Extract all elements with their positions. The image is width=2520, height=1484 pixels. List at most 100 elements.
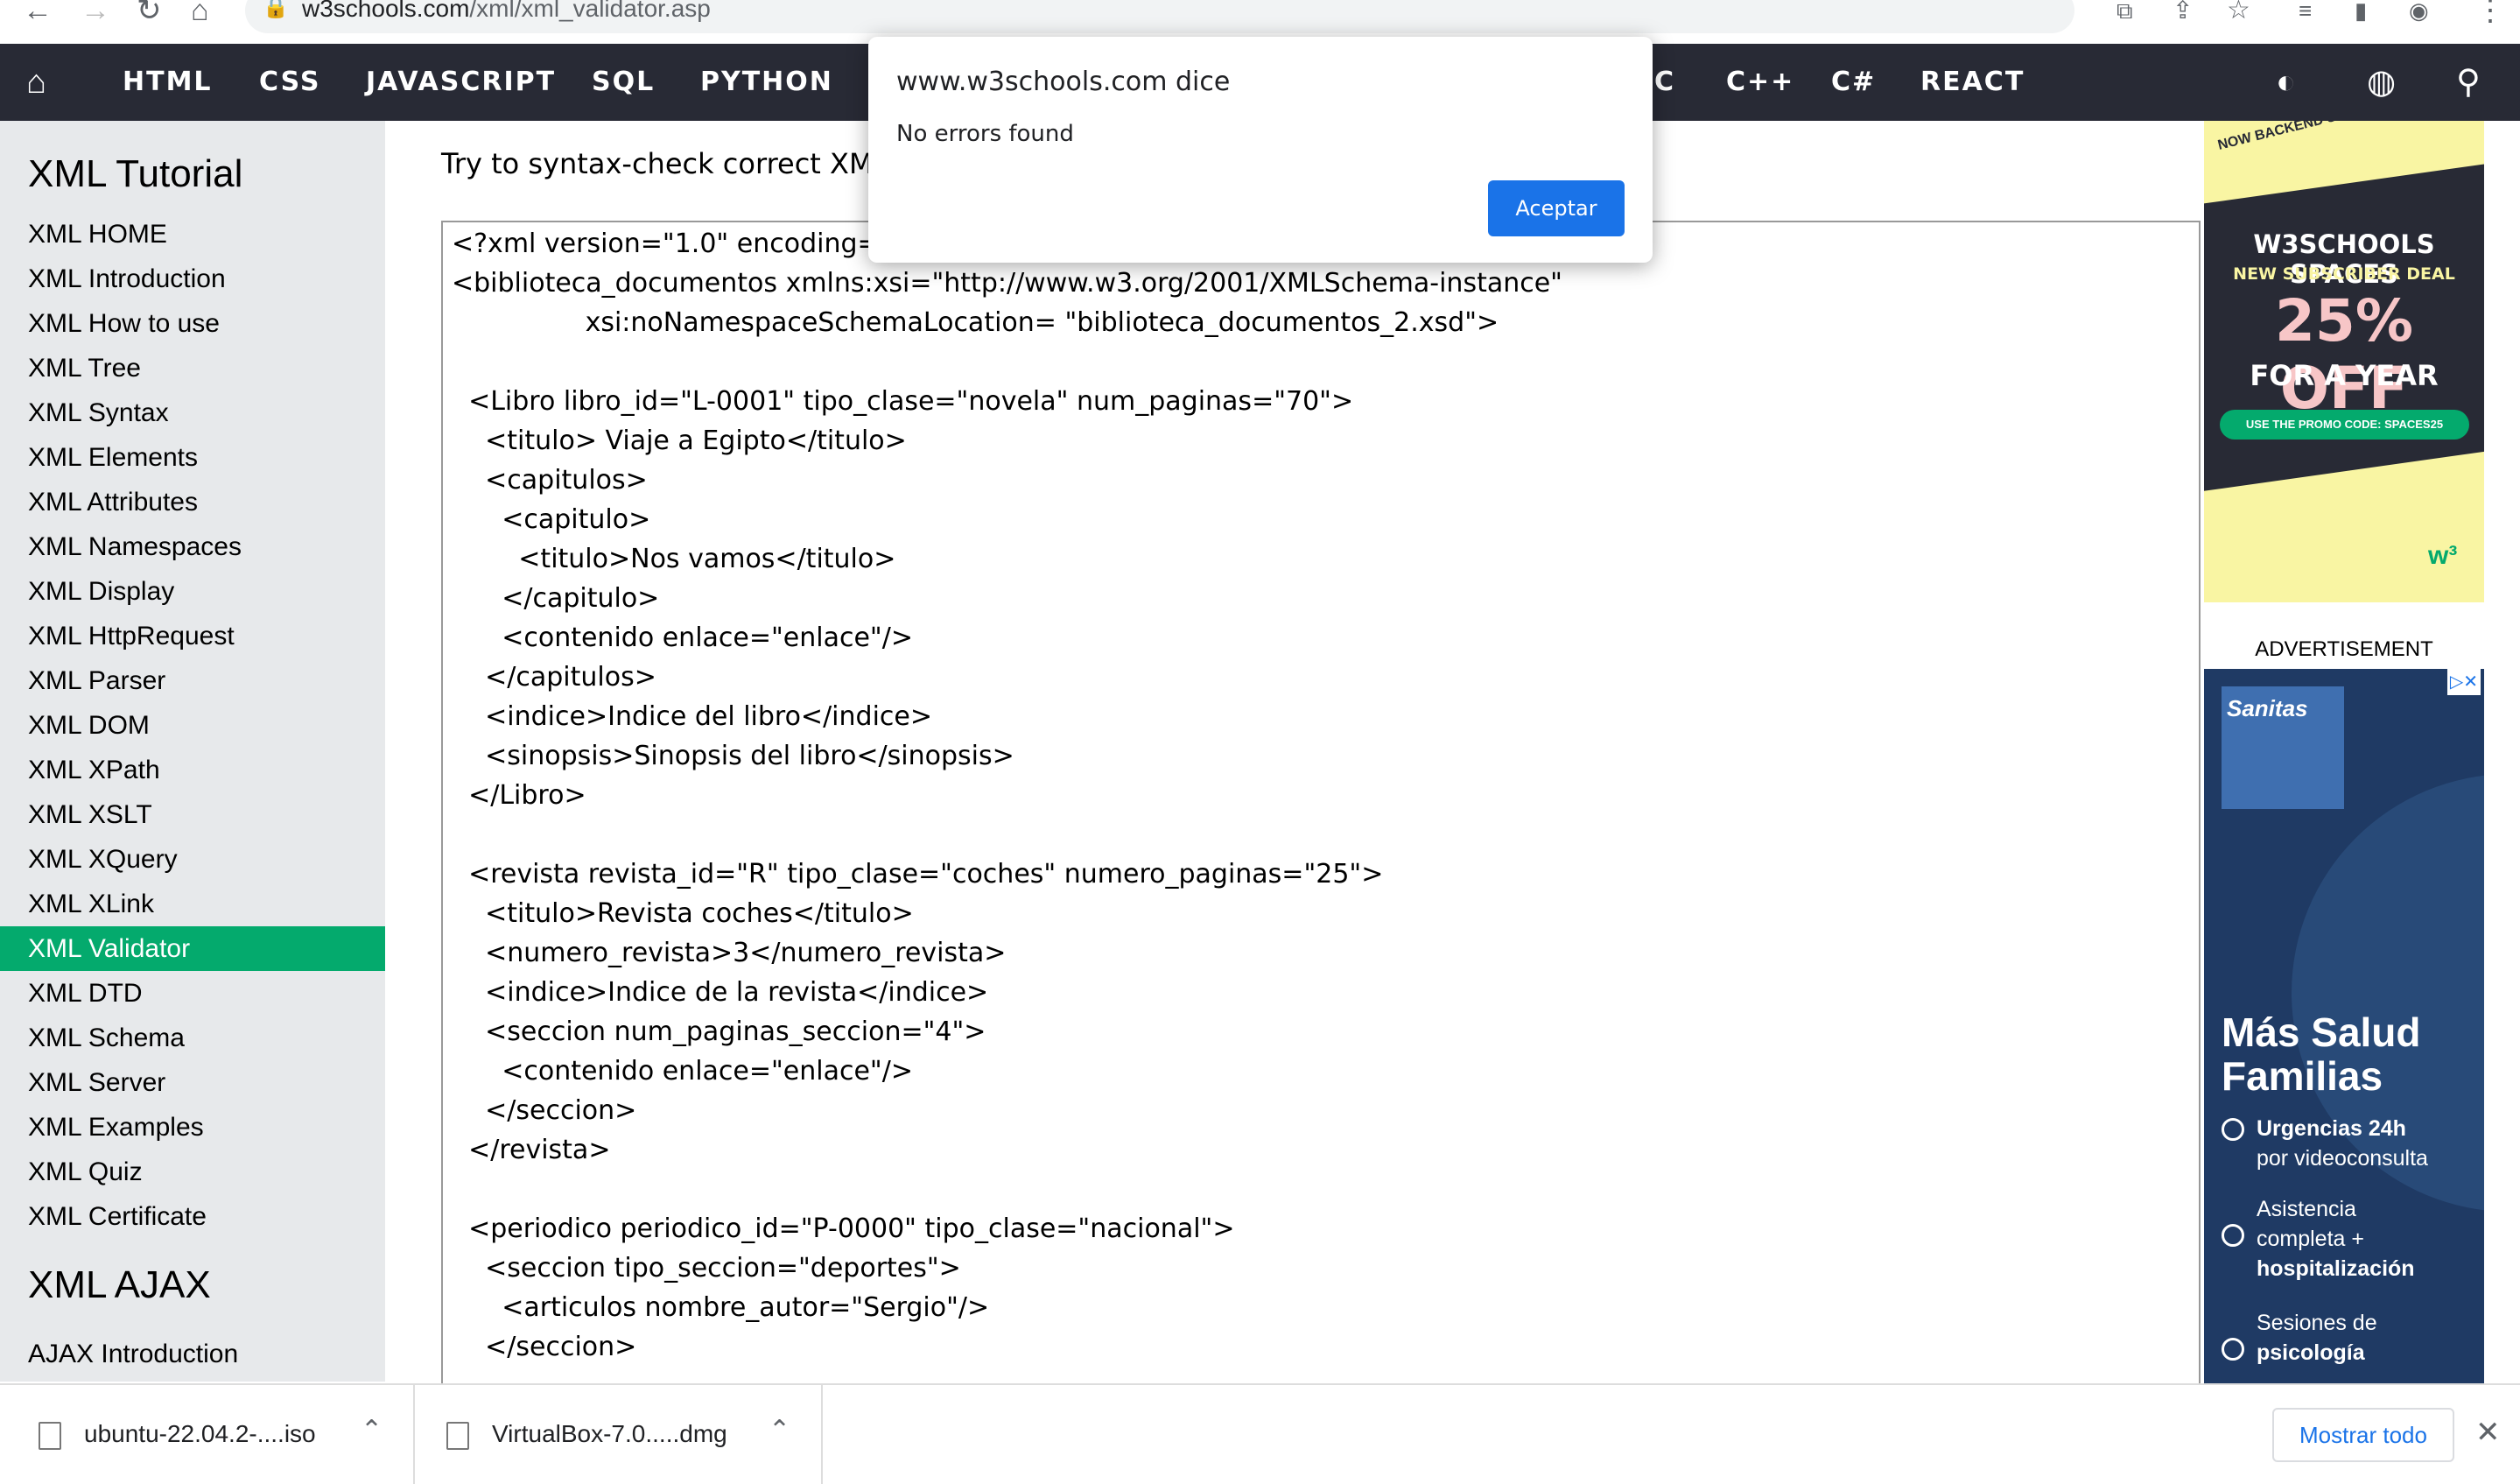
circle-bullet-icon (2222, 1118, 2244, 1142)
code-line: <articulos nombre_autor="Sergio"/> (452, 1292, 990, 1323)
sidebar-item[interactable]: XML Server (0, 1060, 385, 1105)
code-line: <periodico periodico_id="P-0000" tipo_cl… (452, 1213, 1235, 1244)
ad-w3schools-spaces[interactable]: NOW BACKEND SU W3SCHOOLS SPACES NEW SUBS… (2204, 121, 2484, 602)
translate-icon[interactable]: ⧉ (2116, 0, 2133, 28)
ad-list-item: Sesiones de psicología (2222, 1308, 2377, 1368)
ad-item-line2: completa + (2257, 1227, 2364, 1251)
nav-react[interactable]: REACT (1920, 44, 2025, 121)
ad-item-line1: Urgencias 24h (2257, 1116, 2406, 1141)
sidebar-heading-ajax: XML AJAX (28, 1263, 211, 1306)
code-line: <contenido enlace="enlace"/> (452, 1056, 913, 1087)
ad-item-line1: Asistencia (2257, 1197, 2356, 1221)
circle-bullet-icon (2222, 1338, 2244, 1361)
chevron-up-icon[interactable]: ⌃ (361, 1415, 383, 1445)
nav-javascript[interactable]: JAVASCRIPT (366, 44, 556, 121)
sidebar-item[interactable]: XML DTD (0, 971, 385, 1016)
ad-promo-code: USE THE PROMO CODE: SPACES25 (2220, 410, 2469, 440)
sidebar-item[interactable]: XML XQuery (0, 837, 385, 882)
w3-logo-icon: w³ (2428, 541, 2458, 570)
dialog-title: www.w3schools.com dice (896, 67, 1231, 97)
download-bar: ubuntu-22.04.2-....iso ⌃ VirtualBox-7.0.… (0, 1383, 2520, 1484)
bookmark-star-icon[interactable]: ☆ (2227, 0, 2250, 28)
code-line: xsi:noNamespaceSchemaLocation= "bibliote… (452, 307, 1499, 338)
sidebar-item[interactable]: XML Quiz (0, 1150, 385, 1194)
code-line: <indice>Indice del libro</indice> (452, 701, 932, 732)
sidebar-item[interactable]: XML Tree (0, 346, 385, 390)
code-line: </revista> (452, 1135, 611, 1165)
alert-dialog: www.w3schools.com dice No errors found A… (868, 37, 1653, 263)
ad-choices-icon[interactable]: ▷✕ (2447, 669, 2481, 695)
search-icon[interactable]: ⚲ (2456, 44, 2481, 121)
reading-list-icon[interactable]: ≡ (2299, 0, 2312, 28)
ad-yellow-band (2204, 447, 2484, 602)
url-text[interactable]: w3schools.com/xml/xml_validator.asp (302, 0, 711, 23)
sidebar-item[interactable]: XML Schema (0, 1016, 385, 1060)
home-icon[interactable]: ⌂ (26, 44, 46, 121)
sidebar-item[interactable]: XML Syntax (0, 390, 385, 435)
close-icon[interactable]: ✕ (2475, 1415, 2501, 1450)
sidebar-item[interactable]: XML Display (0, 569, 385, 614)
sidebar-item[interactable]: XML Parser (0, 658, 385, 703)
sidebar-item[interactable]: XML Introduction (0, 257, 385, 301)
nav-c[interactable]: C (1654, 44, 1675, 121)
code-line: <Libro libro_id="L-0001" tipo_clase="nov… (452, 386, 1354, 417)
code-line: <numero_revista>3</numero_revista> (452, 938, 1007, 968)
menu-kebab-icon[interactable]: ⋮ (2475, 0, 2505, 28)
sidebar-item[interactable]: XML Validator (0, 926, 385, 971)
sanitas-logo-text: Sanitas (2227, 695, 2308, 721)
code-line: <?xml version="1.0" encoding= (452, 229, 880, 259)
lock-icon: 🔒 (263, 0, 289, 19)
file-icon (39, 1422, 61, 1450)
forward-icon[interactable]: → (81, 0, 110, 28)
sidebar-item[interactable]: XML HttpRequest (0, 614, 385, 658)
code-line: </seccion> (452, 1332, 637, 1362)
code-line: <revista revista_id="R" tipo_clase="coch… (452, 859, 1384, 890)
nav-cpp[interactable]: C++ (1726, 44, 1794, 121)
nav-css[interactable]: CSS (259, 44, 320, 121)
intro-text: Try to syntax-check correct XML (441, 147, 889, 180)
dark-mode-icon[interactable]: ◐ (2276, 44, 2296, 121)
profile-icon[interactable]: ◉ (2409, 0, 2429, 28)
ad-sanitas[interactable]: ▷✕ Sanitas Más Salud Familias Urgencias 2… (2204, 669, 2484, 1396)
code-line: <seccion num_paginas_seccion="4"> (452, 1016, 986, 1047)
side-panel-icon[interactable]: ▮ (2355, 0, 2367, 28)
download-item[interactable]: VirtualBox-7.0.....dmg ⌃ (413, 1385, 823, 1484)
sidebar-item[interactable]: AJAX Introduction (0, 1332, 385, 1376)
sidebar-item[interactable]: XML XLink (0, 882, 385, 926)
code-line: </Libro> (452, 780, 586, 811)
sidebar: XML Tutorial XML HOME XML Introduction XML… (0, 121, 385, 1382)
sidebar-item[interactable]: XML XSLT (0, 792, 385, 837)
code-line: </seccion> (452, 1095, 637, 1126)
code-line: </capitulos> (452, 662, 656, 693)
nav-sql[interactable]: SQL (592, 44, 655, 121)
show-all-downloads-button[interactable]: Mostrar todo (2272, 1408, 2454, 1462)
ad-list-item: Urgencias 24h por videoconsulta (2222, 1114, 2428, 1173)
home-icon[interactable]: ⌂ (191, 0, 209, 28)
sidebar-item[interactable]: XML Certificate (0, 1194, 385, 1239)
reload-icon[interactable]: ↻ (137, 0, 162, 28)
back-icon[interactable]: ← (23, 0, 53, 28)
code-line: <capitulos> (452, 465, 648, 496)
sidebar-item[interactable]: XML DOM (0, 703, 385, 748)
globe-icon[interactable]: ◍ (2367, 44, 2396, 121)
xml-editor-textarea[interactable]: <?xml version="1.0" encoding= <biblioteca… (441, 221, 2201, 1394)
code-line: <titulo>Nos vamos</titulo> (452, 544, 896, 574)
sidebar-item[interactable]: XML XPath (0, 748, 385, 792)
url-host: w3schools.com (302, 0, 470, 22)
sidebar-item[interactable]: XML Elements (0, 435, 385, 480)
sidebar-item[interactable]: XML Namespaces (0, 524, 385, 569)
sidebar-item[interactable]: XML HOME (0, 212, 385, 257)
share-icon[interactable]: ⇪ (2173, 0, 2193, 28)
sidebar-item[interactable]: XML Examples (0, 1105, 385, 1150)
ad-headline-line1: Más Salud (2222, 1009, 2421, 1055)
sidebar-item[interactable]: XML How to use (0, 301, 385, 346)
chevron-up-icon[interactable]: ⌃ (769, 1415, 790, 1445)
nav-csharp[interactable]: C# (1831, 44, 1876, 121)
dialog-ok-button[interactable]: Aceptar (1488, 180, 1625, 236)
ad-period: FOR A YEAR (2250, 359, 2439, 392)
nav-python[interactable]: PYTHON (700, 44, 833, 121)
sidebar-item[interactable]: XML Attributes (0, 480, 385, 524)
nav-html[interactable]: HTML (123, 44, 213, 121)
download-item[interactable]: ubuntu-22.04.2-....iso ⌃ (0, 1385, 415, 1484)
code-line: </capitulo> (452, 583, 660, 614)
